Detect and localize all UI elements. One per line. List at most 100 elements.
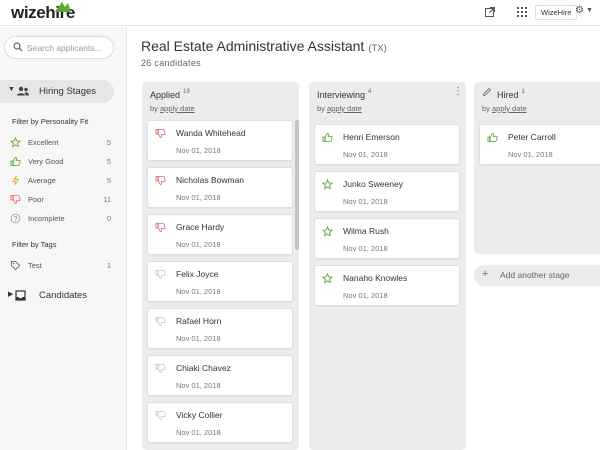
candidate-name: Vicky Collier xyxy=(176,410,223,420)
candidate-name: Rafael Horn xyxy=(176,316,222,326)
candidate-name: Henri Emerson xyxy=(343,132,400,142)
add-stage-button[interactable]: + Add another stage xyxy=(474,265,600,286)
sort-prefix: by xyxy=(317,104,325,113)
apps-grid-icon[interactable] xyxy=(517,7,527,17)
candidate-name: Felix Joyce xyxy=(176,269,219,279)
job-title: Real Estate Administrative Assistant (TX) xyxy=(141,38,387,54)
sidebar: ▼ Hiring Stages Filter by Personality Fi… xyxy=(0,27,127,450)
thumbs-down-icon xyxy=(155,316,166,327)
candidate-name: Wanda Whitehead xyxy=(176,128,246,138)
fit-filter-excellent[interactable]: Excellent 5 xyxy=(0,137,127,151)
thumbs-down-icon xyxy=(10,194,21,205)
star-icon xyxy=(322,273,333,284)
candidate-name: Junko Sweeney xyxy=(343,179,404,189)
thumbs-up-icon xyxy=(10,156,21,167)
candidate-date: Nov 01, 2018 xyxy=(508,150,553,159)
thumbs-up-icon xyxy=(322,132,333,143)
column-scrollbar[interactable] xyxy=(295,120,299,250)
sort-control[interactable]: by apply date xyxy=(317,104,362,113)
search-input[interactable] xyxy=(27,40,111,55)
candidates-label: Candidates xyxy=(39,290,88,301)
candidate-date: Nov 01, 2018 xyxy=(343,150,388,159)
fit-filter-name: Incomplete xyxy=(28,214,65,223)
star-icon xyxy=(322,226,333,237)
thumbs-down-icon xyxy=(155,363,166,374)
candidate-card[interactable]: Henri Emerson Nov 01, 2018 xyxy=(314,124,460,165)
tag-filter-test[interactable]: Test 1 xyxy=(0,260,127,274)
fit-filter-count: 11 xyxy=(103,195,111,204)
fit-filter-very-good[interactable]: Very Good 5 xyxy=(0,156,127,170)
candidate-date: Nov 01, 2018 xyxy=(176,381,221,390)
chevron-down-icon[interactable]: ▼ xyxy=(586,7,593,14)
stage-title[interactable]: Hired 1 xyxy=(497,89,525,100)
pencil-icon[interactable] xyxy=(482,87,492,97)
tag-icon xyxy=(10,260,21,271)
candidate-card[interactable]: Rafael Horn Nov 01, 2018 xyxy=(147,308,293,349)
fit-filter-poor[interactable]: Poor 11 xyxy=(0,194,127,208)
thumbs-down-icon xyxy=(155,222,166,233)
caret-down-icon: ▼ xyxy=(8,86,15,93)
candidate-card[interactable]: Junko Sweeney Nov 01, 2018 xyxy=(314,171,460,212)
filter-tags-heading: Filter by Tags xyxy=(12,240,57,249)
sort-label: apply date xyxy=(327,104,362,113)
stage-title[interactable]: Applied 19 xyxy=(150,89,190,100)
fit-filter-count: 5 xyxy=(106,138,111,147)
gear-icon[interactable]: ⚙ xyxy=(575,5,584,16)
candidate-card[interactable]: Wilma Rush Nov 01, 2018 xyxy=(314,218,460,259)
candidate-name: Peter Carroll xyxy=(508,132,556,142)
candidate-card[interactable]: Chiaki Chavez Nov 01, 2018 xyxy=(147,355,293,396)
candidate-date: Nov 01, 2018 xyxy=(176,428,221,437)
candidate-card[interactable]: Vicky Collier Nov 01, 2018 xyxy=(147,402,293,443)
fit-filter-incomplete[interactable]: Incomplete 0 xyxy=(0,213,127,227)
job-location: (TX) xyxy=(368,43,387,54)
stage-count: 19 xyxy=(183,89,190,95)
question-circle-icon xyxy=(10,213,21,224)
thumbs-down-icon xyxy=(155,410,166,421)
fit-filter-name: Average xyxy=(28,176,56,185)
candidate-card[interactable]: Wanda Whitehead Nov 01, 2018 xyxy=(147,120,293,161)
stage-count: 1 xyxy=(521,89,525,95)
job-title-text: Real Estate Administrative Assistant xyxy=(141,38,365,54)
external-link-icon[interactable] xyxy=(484,6,496,18)
sidebar-item-candidates[interactable]: ▶ Candidates xyxy=(0,288,127,304)
stage-title[interactable]: Interviewing 4 xyxy=(317,89,371,100)
lightning-icon xyxy=(11,175,20,186)
add-stage-label: Add another stage xyxy=(500,270,570,280)
stage-count: 4 xyxy=(368,89,372,95)
fit-filter-name: Poor xyxy=(28,195,44,204)
candidate-card[interactable]: Grace Hardy Nov 01, 2018 xyxy=(147,214,293,255)
wizehire-logo[interactable]: wizehire xyxy=(11,2,75,24)
thumbs-down-icon xyxy=(155,128,166,139)
candidate-card[interactable]: Felix Joyce Nov 01, 2018 xyxy=(147,261,293,302)
candidate-name: Nicholas Bowman xyxy=(176,175,245,185)
hiring-stages-label: Hiring Stages xyxy=(39,86,97,97)
stage-column-applied: Applied 19 by apply date Wanda Whitehead … xyxy=(142,82,299,450)
organization-button[interactable]: WizeHire xyxy=(535,5,578,20)
tag-count: 1 xyxy=(106,261,111,270)
thumbs-up-icon xyxy=(487,132,498,143)
fit-filter-count: 0 xyxy=(106,214,111,223)
thumbs-down-icon xyxy=(155,175,166,186)
search-icon xyxy=(13,42,23,52)
candidate-name: Nanaho Knowles xyxy=(343,273,408,283)
top-bar: wizehire WizeHire ⚙ ▼ xyxy=(0,0,600,26)
candidate-card[interactable]: Nicholas Bowman Nov 01, 2018 xyxy=(147,167,293,208)
tag-name: Test xyxy=(28,261,42,270)
leaf-icon xyxy=(55,2,71,12)
candidate-date: Nov 01, 2018 xyxy=(176,240,221,249)
sort-control[interactable]: by apply date xyxy=(482,104,527,113)
stage-name: Hired xyxy=(497,90,519,100)
candidate-date: Nov 01, 2018 xyxy=(343,197,388,206)
fit-filter-name: Excellent xyxy=(28,138,59,147)
candidate-card[interactable]: Nanaho Knowles Nov 01, 2018 xyxy=(314,265,460,306)
sidebar-item-hiring-stages[interactable]: ▼ Hiring Stages xyxy=(0,80,114,103)
candidate-name: Wilma Rush xyxy=(343,226,389,236)
sort-control[interactable]: by apply date xyxy=(150,104,195,113)
fit-filter-count: 5 xyxy=(106,157,111,166)
fit-filter-average[interactable]: Average 5 xyxy=(0,175,127,189)
star-icon xyxy=(322,179,333,190)
more-vertical-icon[interactable]: ⋮ xyxy=(453,87,463,97)
search-box[interactable] xyxy=(4,36,114,59)
candidate-date: Nov 01, 2018 xyxy=(343,244,388,253)
candidate-card[interactable]: Peter Carroll Nov 01, 2018 xyxy=(479,124,600,165)
